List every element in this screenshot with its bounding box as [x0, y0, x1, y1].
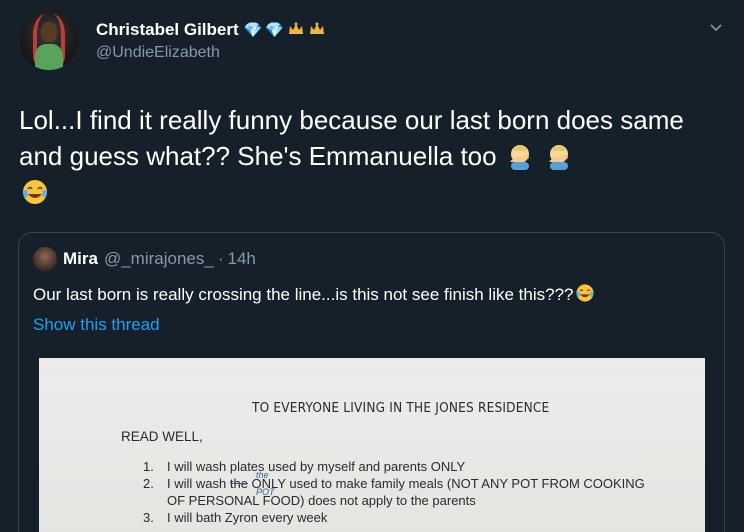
struck-word: the	[229, 476, 248, 491]
tweet-body: Lol...I find it really funny because our…	[19, 102, 724, 210]
quoted-separator: ·	[217, 249, 224, 268]
document-list: 1. I will wash plates used by myself and…	[143, 458, 645, 526]
quoted-tweet-text-row: Our last born is really crossing the lin…	[33, 283, 597, 305]
quoted-author-handle: @_mirajones_	[103, 249, 214, 268]
handwritten-note: the POT	[255, 470, 275, 497]
quoted-author-name: Mira	[63, 249, 98, 268]
author-name-row: Christabel Gilbert 💎 💎	[96, 20, 326, 40]
avatar-body	[35, 44, 63, 70]
author-avatar[interactable]	[19, 10, 79, 70]
gem-icon: 💎	[243, 21, 263, 39]
author-info: Christabel Gilbert 💎 💎 @UndieElizabeth	[96, 20, 326, 62]
document-list-item: 1. I will wash plates used by myself and…	[143, 459, 466, 474]
show-thread-link[interactable]: Show this thread	[33, 315, 160, 335]
document-title: TO EVERYONE LIVING IN THE JONES RESIDENC…	[252, 400, 550, 416]
crown-icon	[308, 21, 326, 40]
crown-icon	[287, 21, 305, 40]
tears-of-joy-emoji-icon	[23, 180, 47, 204]
gem-icon: 💎	[265, 21, 285, 39]
document-list-continuation: OF PERSONAL FOOD) does not apply to the …	[167, 493, 476, 508]
document-read-well: READ WELL,	[121, 429, 203, 444]
author-badges: 💎 💎	[244, 21, 326, 40]
facepalm-emoji-icon	[509, 145, 529, 170]
quoted-timestamp: 14h	[227, 249, 256, 268]
quoted-author-avatar	[33, 247, 57, 271]
quoted-tweet-photo[interactable]: TO EVERYONE LIVING IN THE JONES RESIDENC…	[39, 358, 705, 532]
author-display-name[interactable]: Christabel Gilbert	[96, 20, 239, 40]
quoted-tweet-header: Mira @_mirajones_ · 14h	[33, 247, 256, 271]
avatar-face	[41, 22, 57, 42]
quoted-tweet[interactable]: Mira @_mirajones_ · 14h Our last born is…	[18, 232, 725, 532]
author-handle[interactable]: @UndieElizabeth	[96, 44, 326, 62]
more-options-chevron-icon[interactable]	[706, 18, 726, 38]
document-list-item: 2. I will wash the the POT ONLY used to m…	[143, 470, 645, 497]
quoted-tweet-text: Our last born is really crossing the lin…	[33, 285, 574, 304]
tears-of-joy-emoji-icon	[576, 284, 595, 302]
document-list-item: 3. I will bath Zyron every week	[143, 510, 328, 525]
facepalm-emoji-icon	[549, 145, 569, 170]
tweet-text: Lol...I find it really funny because our…	[19, 105, 684, 171]
